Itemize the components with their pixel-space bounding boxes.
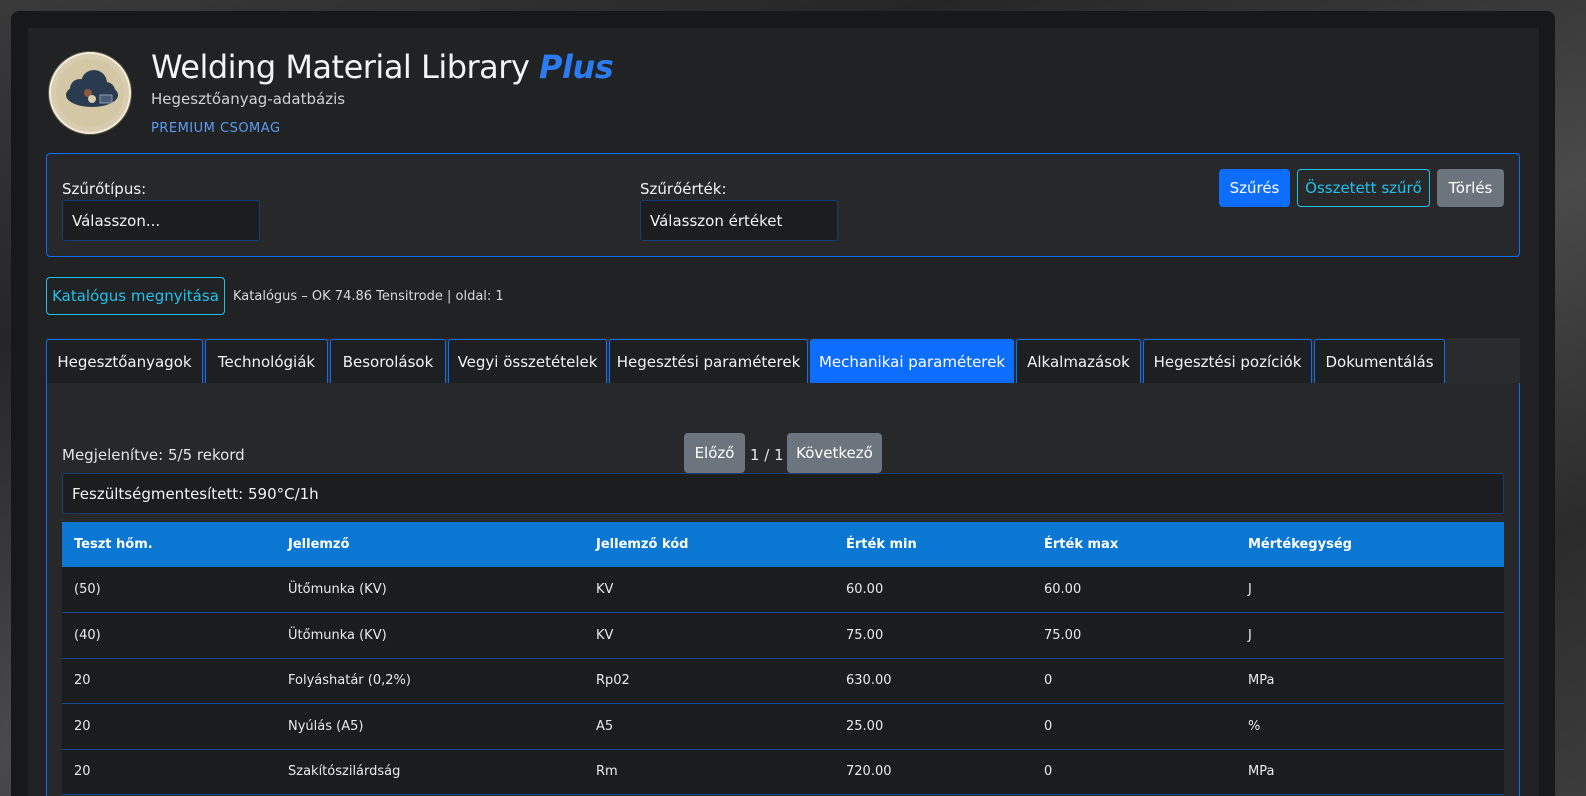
col-header-unit[interactable]: Mértékegység	[1236, 522, 1504, 567]
table-header-row: Teszt hőm. Jellemző Jellemző kód Érték m…	[62, 522, 1504, 567]
tab-hegesztoanyagok[interactable]: Hegesztőanyagok	[46, 339, 203, 383]
table-row[interactable]: 20 Szakítószilárdság Rm 720.00 0 MPa	[62, 749, 1504, 795]
col-header-property[interactable]: Jellemző	[276, 522, 584, 567]
table-row[interactable]: 20 Folyáshatár (0,2%) Rp02 630.00 0 MPa	[62, 658, 1504, 704]
cell-unit: J	[1236, 567, 1504, 613]
cell-unit: %	[1236, 703, 1504, 750]
cell-value-max: 0	[1032, 658, 1236, 704]
tab-vegyi-osszetetelek[interactable]: Vegyi összetételek	[448, 339, 607, 383]
page-indicator: 1 / 1	[750, 446, 784, 464]
mechanical-parameters-table: Teszt hőm. Jellemző Jellemző kód Érték m…	[62, 522, 1504, 795]
cell-property-code: Rp02	[584, 658, 834, 704]
cell-property-code: KV	[584, 612, 834, 659]
cell-unit: J	[1236, 612, 1504, 659]
tab-besorolasok[interactable]: Besorolások	[330, 339, 446, 383]
tab-mechanikai-parameterek[interactable]: Mechanikai paraméterek	[810, 339, 1014, 383]
col-header-property-code[interactable]: Jellemző kód	[584, 522, 834, 567]
filter-type-select[interactable]: Válasszon...	[62, 200, 260, 241]
col-header-test-temp[interactable]: Teszt hőm.	[62, 522, 276, 567]
cell-property: Szakítószilárdság	[276, 749, 584, 795]
cell-value-max: 0	[1032, 749, 1236, 795]
cell-value-min: 25.00	[834, 703, 1032, 750]
table-row[interactable]: (40) Ütőmunka (KV) KV 75.00 75.00 J	[62, 612, 1504, 659]
tab-technologiak[interactable]: Technológiák	[205, 339, 328, 383]
page-subtitle: Hegesztőanyag-adatbázis	[151, 90, 346, 108]
filter-type-label: Szűrőtípus:	[62, 180, 147, 198]
cell-value-max: 60.00	[1032, 567, 1236, 613]
cell-test-temp: (40)	[62, 612, 276, 659]
cell-unit: MPa	[1236, 658, 1504, 704]
plan-badge: PREMIUM CSOMAG	[151, 121, 281, 136]
clear-button[interactable]: Törlés	[1437, 169, 1504, 207]
cell-property: Nyúlás (A5)	[276, 703, 584, 750]
cell-test-temp: 20	[62, 658, 276, 704]
page-title: Welding Material Library Plus	[151, 48, 614, 86]
next-page-button[interactable]: Következő	[787, 433, 882, 473]
record-count: Megjelenítve: 5/5 rekord	[62, 446, 245, 464]
cell-property-code: A5	[584, 703, 834, 750]
cell-property-code: Rm	[584, 749, 834, 795]
catalog-info: Katalógus – OK 74.86 Tensitrode | oldal:…	[233, 289, 504, 304]
cell-property: Ütőmunka (KV)	[276, 612, 584, 659]
filter-value-label: Szűrőérték:	[640, 180, 727, 198]
cell-value-max: 75.00	[1032, 612, 1236, 659]
tab-dokumentalas[interactable]: Dokumentálás	[1314, 339, 1445, 383]
cell-unit: MPa	[1236, 749, 1504, 795]
cell-value-min: 75.00	[834, 612, 1032, 659]
cell-value-max: 0	[1032, 703, 1236, 750]
tab-hegesztesi-poziciok[interactable]: Hegesztési pozíciók	[1143, 339, 1312, 383]
open-catalog-button[interactable]: Katalógus megnyitása	[46, 277, 225, 315]
complex-filter-button[interactable]: Összetett szűrő	[1297, 169, 1430, 207]
cell-test-temp: 20	[62, 749, 276, 795]
filter-value-select[interactable]: Válasszon értéket	[640, 200, 838, 241]
tab-alkalmazasok[interactable]: Alkalmazások	[1016, 339, 1141, 383]
heat-treatment-info: Feszültségmentesített: 590°C/1h	[62, 473, 1504, 514]
cell-value-min: 630.00	[834, 658, 1032, 704]
table-row[interactable]: (50) Ütőmunka (KV) KV 60.00 60.00 J	[62, 567, 1504, 613]
tab-hegesztesi-parameterek[interactable]: Hegesztési paraméterek	[609, 339, 808, 383]
prev-page-button[interactable]: Előző	[684, 433, 745, 473]
cell-property-code: KV	[584, 567, 834, 613]
cell-property: Folyáshatár (0,2%)	[276, 658, 584, 704]
title-accent: Plus	[539, 48, 614, 86]
col-header-value-min[interactable]: Érték min	[834, 522, 1032, 567]
app-logo	[49, 52, 131, 134]
cell-property: Ütőmunka (KV)	[276, 567, 584, 613]
cell-test-temp: (50)	[62, 567, 276, 613]
cell-value-min: 60.00	[834, 567, 1032, 613]
filter-button[interactable]: Szűrés	[1219, 169, 1290, 207]
table-row[interactable]: 20 Nyúlás (A5) A5 25.00 0 %	[62, 703, 1504, 750]
col-header-value-max[interactable]: Érték max	[1032, 522, 1236, 567]
cloud-logo-icon	[66, 70, 118, 107]
cell-test-temp: 20	[62, 703, 276, 750]
cell-value-min: 720.00	[834, 749, 1032, 795]
